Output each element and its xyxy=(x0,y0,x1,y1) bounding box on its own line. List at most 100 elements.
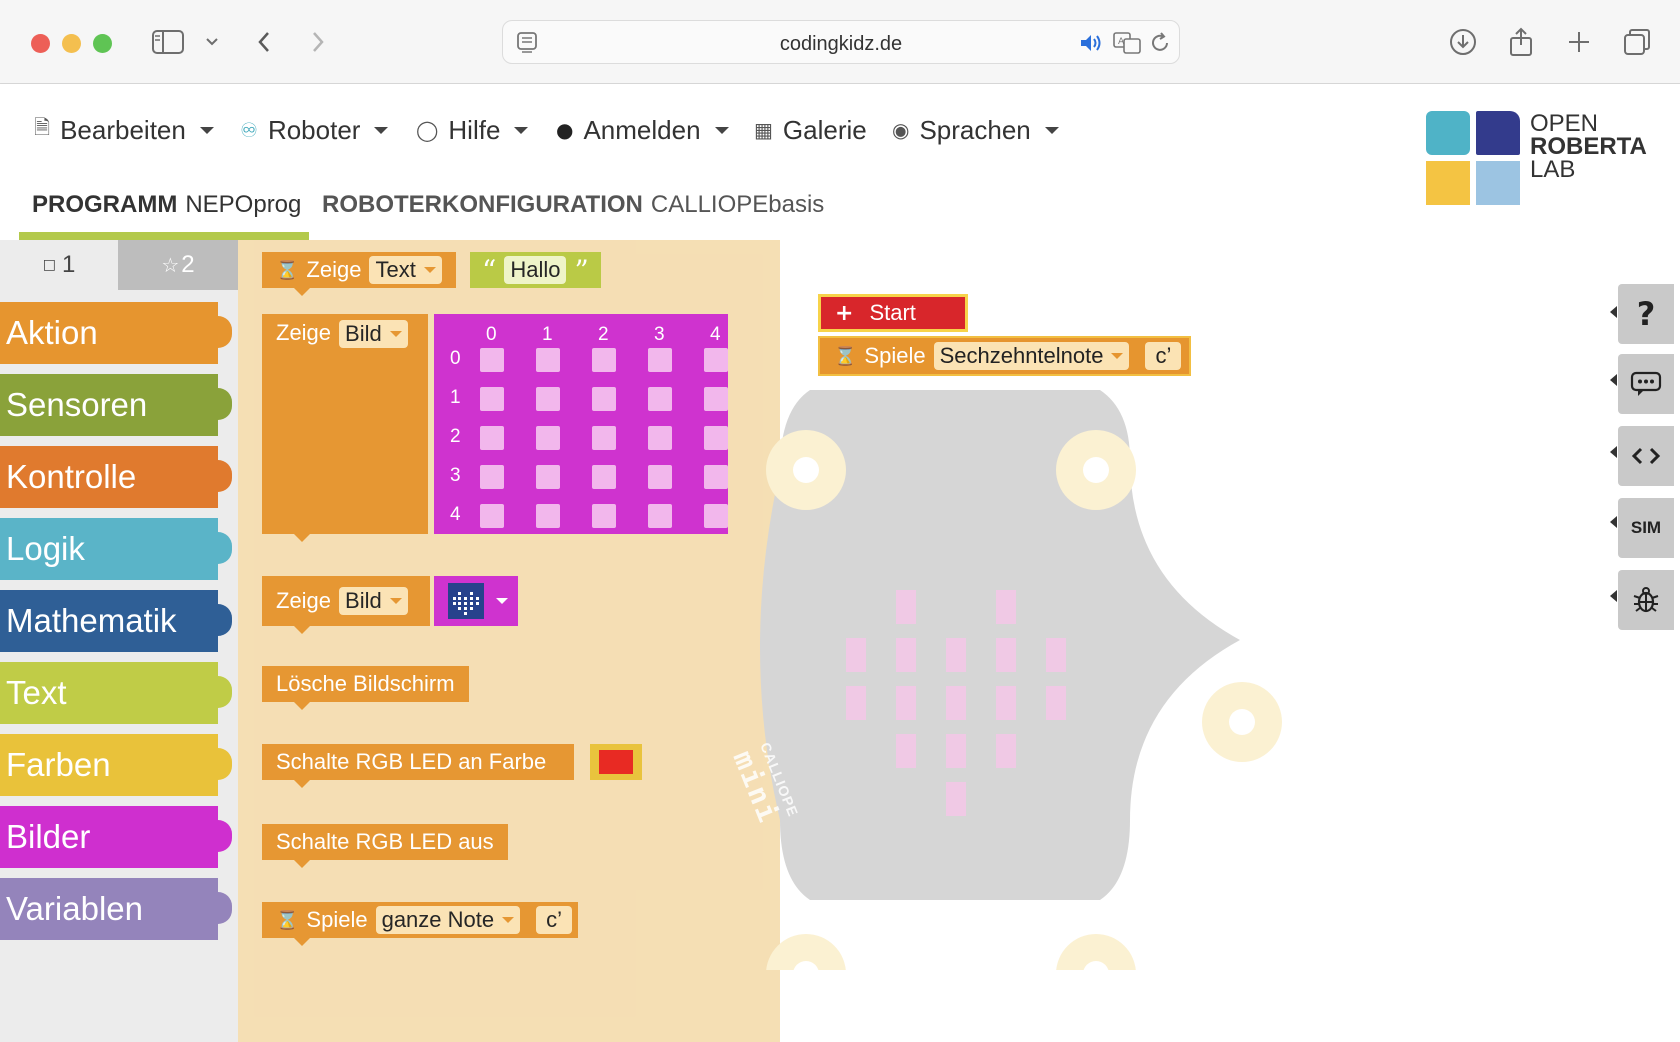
matrix-led-cell[interactable] xyxy=(536,348,560,372)
matrix-led-cell[interactable] xyxy=(704,465,728,489)
program-canvas[interactable]: CALLIOPE mini + Start ⌛ Spiele Sechzehnt… xyxy=(727,240,1680,1042)
note-dropdown[interactable]: Sechzehntelnote xyxy=(933,342,1130,370)
side-arrow xyxy=(1610,446,1617,458)
matrix-led-cell[interactable] xyxy=(704,348,728,372)
info-button[interactable] xyxy=(1618,354,1674,414)
chevron-down-icon[interactable] xyxy=(200,26,224,58)
matrix-led-cell[interactable] xyxy=(704,504,728,528)
tab-program[interactable]: PROGRAMM NEPOprog xyxy=(32,180,301,230)
block-clear-screen[interactable]: Lösche Bildschirm xyxy=(262,666,469,710)
category-mathematik[interactable]: Mathematik xyxy=(0,590,232,652)
translate-icon[interactable]: A xyxy=(1113,32,1141,59)
matrix-led-cell[interactable] xyxy=(648,348,672,372)
matrix-led-cell[interactable] xyxy=(592,348,616,372)
level-tab-1[interactable]: □ 1 xyxy=(0,240,118,290)
hourglass-icon: ⌛ xyxy=(276,909,299,931)
category-label: Mathematik xyxy=(6,602,177,639)
matrix-led-cell[interactable] xyxy=(704,387,728,411)
new-tab-icon[interactable] xyxy=(1562,26,1596,58)
menu-robot[interactable]: ♾ Roboter xyxy=(240,110,389,150)
close-window-button[interactable] xyxy=(31,34,50,53)
logo-line-2: ROBERTA xyxy=(1530,133,1647,160)
matrix-led-cell[interactable] xyxy=(592,465,616,489)
color-swatch[interactable] xyxy=(599,750,633,774)
block-text-string[interactable]: “ Hallo ” xyxy=(470,252,601,288)
menu-help[interactable]: ◯ Hilfe xyxy=(416,110,529,150)
help-button[interactable]: ? xyxy=(1618,284,1674,344)
open-quote-icon: “ xyxy=(482,253,497,287)
matrix-led-cell[interactable] xyxy=(536,504,560,528)
matrix-led-cell[interactable] xyxy=(648,387,672,411)
matrix-led-cell[interactable] xyxy=(480,465,504,489)
matrix-led-cell[interactable] xyxy=(592,387,616,411)
mode-dropdown[interactable]: Bild xyxy=(339,587,408,615)
download-icon[interactable] xyxy=(1446,26,1480,58)
matrix-led-cell[interactable] xyxy=(704,426,728,450)
block-label: Spiele xyxy=(306,907,368,932)
chevron-down-icon[interactable] xyxy=(496,598,508,604)
category-sensoren[interactable]: Sensoren xyxy=(0,374,232,436)
matrix-led-cell[interactable] xyxy=(648,426,672,450)
tone-field[interactable]: c’ xyxy=(1145,342,1182,370)
menu-login[interactable]: ● Anmelden xyxy=(556,110,729,150)
code-view-button[interactable] xyxy=(1618,426,1674,486)
block-show-text[interactable]: ⌛ Zeige Text xyxy=(262,252,456,296)
block-show-image-2[interactable]: Zeige Bild xyxy=(262,576,430,634)
sidebar-toggle-icon[interactable] xyxy=(150,26,186,58)
mode-dropdown[interactable]: Bild xyxy=(339,320,408,348)
block-play-note[interactable]: ⌛ Spiele ganze Note c’ xyxy=(262,902,578,946)
square-icon: □ xyxy=(42,257,56,273)
category-farben[interactable]: Farben xyxy=(0,734,232,796)
category-kontrolle[interactable]: Kontrolle xyxy=(0,446,232,508)
address-bar[interactable]: codingkidz.de A xyxy=(502,20,1180,64)
simulation-button[interactable]: SIM xyxy=(1618,498,1674,558)
matrix-led-cell[interactable] xyxy=(480,387,504,411)
category-variablen[interactable]: Variablen xyxy=(0,878,232,940)
matrix-led-cell[interactable] xyxy=(480,348,504,372)
reload-icon[interactable] xyxy=(1149,32,1171,59)
menu-edit[interactable]: 🗎 Bearbeiten xyxy=(34,110,214,150)
canvas-block-play-note[interactable]: ⌛ Spiele Sechzehntelnote c’ xyxy=(818,336,1192,376)
color-value-block[interactable] xyxy=(590,744,642,780)
image-matrix-block[interactable]: 0 1 2 3 4 0 1 2 3 4 xyxy=(434,314,728,534)
block-rgb-led-on[interactable]: Schalte RGB LED an Farbe xyxy=(262,744,575,788)
matrix-led-cell[interactable] xyxy=(480,504,504,528)
start-block[interactable]: + Start xyxy=(818,294,968,332)
active-tab-indicator xyxy=(19,232,309,240)
share-icon[interactable] xyxy=(1504,26,1538,58)
block-rgb-led-off[interactable]: Schalte RGB LED aus xyxy=(262,824,508,868)
category-aktion[interactable]: Aktion xyxy=(0,302,232,364)
matrix-led-cell[interactable] xyxy=(536,426,560,450)
note-dropdown[interactable]: ganze Note xyxy=(375,906,521,934)
mode-dropdown[interactable]: Text xyxy=(369,256,442,284)
matrix-led-cell[interactable] xyxy=(592,426,616,450)
matrix-led-cell[interactable] xyxy=(592,504,616,528)
speaker-icon[interactable] xyxy=(1079,33,1103,58)
matrix-led-cell[interactable] xyxy=(648,504,672,528)
tab-overview-icon[interactable] xyxy=(1620,26,1654,58)
tab-robot-config[interactable]: ROBOTERKONFIGURATION CALLIOPEbasis xyxy=(322,180,824,230)
calliope-board-background xyxy=(760,390,1282,970)
minimize-window-button[interactable] xyxy=(62,34,81,53)
category-logik[interactable]: Logik xyxy=(0,518,232,580)
block-show-image[interactable]: Zeige Bild xyxy=(262,314,428,542)
matrix-led-cell[interactable] xyxy=(536,387,560,411)
back-icon[interactable] xyxy=(250,26,278,58)
matrix-led-cell[interactable] xyxy=(536,465,560,489)
zoom-window-button[interactable] xyxy=(93,34,112,53)
text-value-field[interactable]: Hallo xyxy=(504,256,567,284)
tone-field[interactable]: c’ xyxy=(536,906,572,934)
matrix-led-cell[interactable] xyxy=(648,465,672,489)
category-bilder[interactable]: Bilder xyxy=(0,806,232,868)
debug-button[interactable] xyxy=(1618,570,1674,630)
menu-gallery[interactable]: ▦ Galerie xyxy=(754,110,867,150)
blockly-workspace: □ 1 ☆ 2 Aktion Sensoren Kontrolle Logik Math… xyxy=(0,240,1680,1042)
star-icon: ☆ xyxy=(161,253,180,277)
matrix-led-cell[interactable] xyxy=(480,426,504,450)
category-text[interactable]: Text xyxy=(0,662,232,724)
menu-languages[interactable]: ◉ Sprachen xyxy=(892,110,1059,150)
image-picker-block[interactable] xyxy=(434,576,518,626)
level-tab-2[interactable]: ☆ 2 xyxy=(118,240,238,290)
globe-icon: ◉ xyxy=(892,118,910,142)
forward-icon[interactable] xyxy=(304,26,332,58)
